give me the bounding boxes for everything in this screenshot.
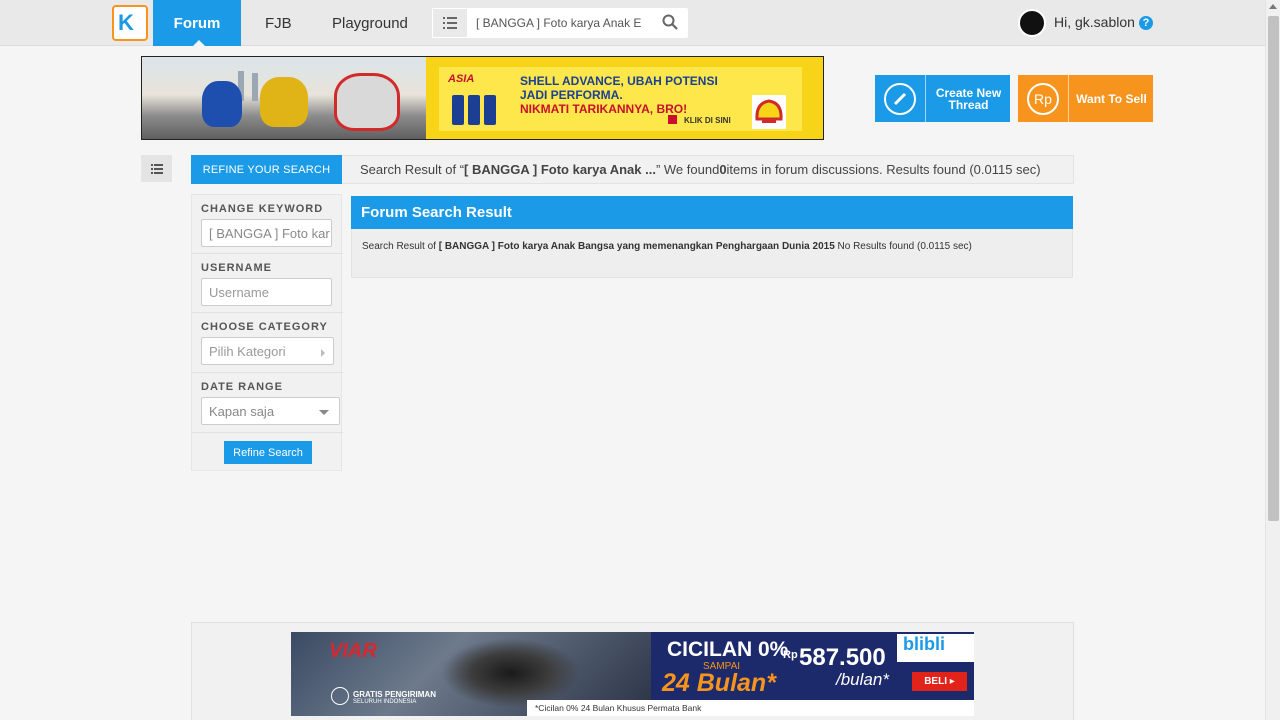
category-placeholder: Pilih Kategori (209, 343, 286, 359)
oil-can (484, 95, 496, 125)
price-value: 587.500 (799, 644, 886, 671)
oil-can (468, 95, 480, 125)
oil-can (452, 95, 464, 125)
keyword-label: CHANGE KEYWORD (201, 203, 324, 215)
create-thread-label: Create New Thread (935, 85, 1002, 112)
username-section: USERNAME Username (192, 254, 343, 313)
pencil-icon (884, 82, 916, 115)
ad-headline-3: NIKMATI TARIKANNYA, BRO! (520, 102, 688, 116)
username-label: USERNAME (201, 262, 272, 274)
racebike-shape (334, 73, 400, 131)
keyword-section: CHANGE KEYWORD [ BANGGA ] Foto kar (192, 195, 343, 254)
summary-prefix: Search Result of “ (360, 162, 465, 177)
free-shipping-sub: SELURUH INDONESIA (353, 699, 417, 705)
forum-result-title: Forum Search Result (351, 196, 1073, 229)
top-navbar: K Forum FJB Playground Hi, gk.sablon ? (0, 0, 1265, 46)
nav-tab-fjb[interactable]: FJB (265, 0, 292, 46)
free-shipping-title: GRATIS PENGIRIMAN (353, 690, 436, 699)
sidebar-toggle-list-icon[interactable] (141, 155, 172, 182)
chevron-right-icon (321, 349, 325, 357)
viar-logo: VIAR (329, 640, 377, 662)
avatar[interactable] (1018, 9, 1046, 37)
tower-shape (252, 73, 258, 101)
keyword-input[interactable]: [ BANGGA ] Foto kar (201, 219, 332, 247)
result-prefix: Search Result of (362, 241, 439, 252)
kaskus-logo[interactable]: K (112, 5, 148, 41)
nav-tab-playground[interactable]: Playground (332, 0, 408, 46)
shell-ad-banner[interactable]: ASIA SHELL ADVANCE, UBAH POTENSI JADI PE… (141, 56, 824, 140)
ad-cta[interactable]: KLIK DI SINI (684, 116, 731, 125)
asia-cup-logo: ASIA (448, 73, 475, 85)
installment-months: 24 Bulan* (662, 669, 776, 697)
user-greeting[interactable]: Hi, gk.sablon (1054, 14, 1135, 30)
summary-suffix: items in forum discussions. Results foun… (726, 162, 1041, 177)
plane-icon (331, 687, 349, 705)
oil-cans (452, 95, 502, 125)
summary-mid: ” We found (655, 162, 720, 177)
scrollbar-thumb[interactable] (1268, 16, 1279, 521)
chevron-down-icon (319, 410, 329, 415)
buy-label: BELI (924, 676, 947, 687)
category-section: CHOOSE CATEGORY Pilih Kategori (192, 313, 343, 373)
search-box (432, 8, 688, 38)
rupiah-icon-box: Rp (1018, 75, 1069, 122)
motocross-rider (441, 638, 581, 708)
active-caret-icon (193, 40, 205, 46)
result-suffix: No Results found (0.0115 sec) (834, 241, 972, 252)
price-per-month: /bulan* (836, 670, 889, 689)
scroll-up-arrow-icon[interactable] (1269, 4, 1277, 9)
search-icon[interactable] (662, 14, 678, 30)
refine-sidebar: CHANGE KEYWORD [ BANGGA ] Foto kar USERN… (191, 194, 343, 471)
date-section: DATE RANGE Kapan saja (192, 373, 343, 433)
summary-count: 0 (719, 162, 727, 177)
buy-button[interactable]: BELI ▸ (912, 672, 967, 691)
ad-photo (142, 57, 426, 139)
scrollbar[interactable] (1265, 0, 1280, 720)
help-icon[interactable]: ? (1139, 16, 1153, 30)
want-to-sell-button[interactable]: Rp Want To Sell (1018, 75, 1153, 122)
category-label: CHOOSE CATEGORY (201, 321, 328, 333)
ad-headline-2: JADI PERFORMA. (520, 88, 623, 102)
blibli-logo: blibli (897, 634, 974, 662)
play-icon (668, 115, 677, 124)
username-input[interactable]: Username (201, 278, 332, 306)
list-icon[interactable] (432, 8, 468, 38)
price-currency: Rp (783, 649, 798, 661)
result-keyword: [ BANGGA ] Foto karya Anak Bangsa yang m… (438, 241, 835, 252)
bank-footnote: *Cicilan 0% 24 Bulan Khusus Permata Bank (527, 700, 974, 716)
date-value: Kapan saja (209, 403, 275, 419)
create-thread-button[interactable]: Create New Thread (875, 75, 1010, 122)
nav-forum-label: Forum (173, 14, 221, 32)
free-shipping-text: GRATIS PENGIRIMAN SELURUH INDONESIA (353, 690, 436, 705)
want-to-sell-label: Want To Sell (1076, 91, 1147, 106)
search-input[interactable] (476, 12, 644, 34)
pencil-icon-box (875, 75, 926, 122)
date-range-select[interactable]: Kapan saja (201, 397, 340, 425)
summary-keyword: [ BANGGA ] Foto karya Anak ... (464, 162, 656, 177)
scooter-shape (202, 81, 242, 127)
date-label: DATE RANGE (201, 381, 283, 393)
refine-search-button[interactable]: Refine Search (224, 441, 312, 464)
rupiah-icon: Rp (1027, 82, 1059, 115)
forum-result-body: Search Result of [ BANGGA ] Foto karya A… (351, 229, 1073, 278)
refine-search-tab[interactable]: REFINE YOUR SEARCH (191, 155, 342, 184)
shell-logo-icon (752, 95, 786, 129)
ad-headline-1: SHELL ADVANCE, UBAH POTENSI (520, 74, 718, 88)
nav-tab-forum[interactable]: Forum (153, 0, 241, 46)
logo-letter: K (118, 10, 134, 35)
installment-headline: CICILAN 0% (667, 638, 789, 661)
category-select[interactable]: Pilih Kategori (201, 337, 334, 365)
result-summary: Search Result of “[ BANGGA ] Foto karya … (342, 155, 1074, 184)
blibli-ad-banner[interactable]: VIAR GRATIS PENGIRIMAN SELURUH INDONESIA… (291, 632, 974, 716)
motorbike-shape (260, 77, 308, 127)
